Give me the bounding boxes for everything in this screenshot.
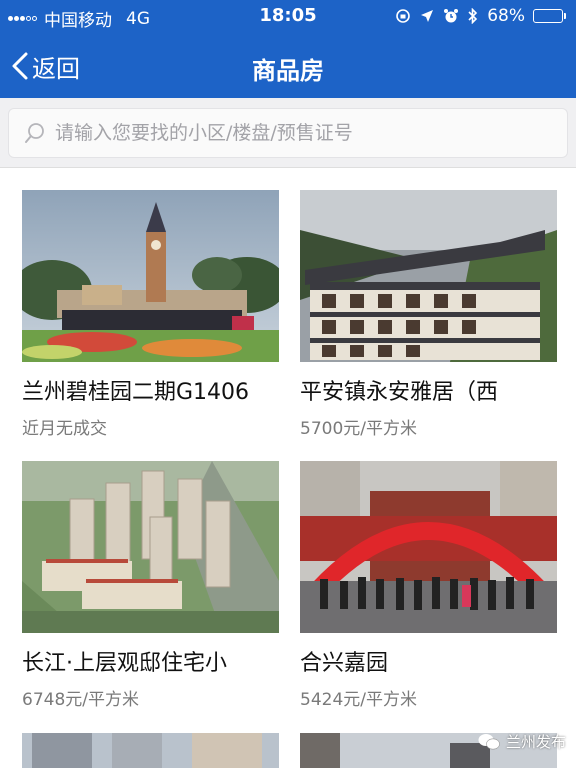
bluetooth-icon: [468, 8, 478, 24]
listing-card[interactable]: 兰州碧桂园二期G1406 近月无成交: [22, 190, 279, 439]
listing-price: 5700元/平方米: [300, 419, 417, 439]
wechat-icon: [478, 733, 500, 749]
status-right: 68%: [386, 6, 566, 26]
listing-photo-hexing-jiayuan: [300, 461, 557, 633]
listing-photo: [22, 733, 279, 768]
search-box[interactable]: [8, 108, 568, 158]
listing-price: 6748元/平方米: [22, 690, 139, 710]
search-bar: [0, 98, 576, 168]
listing-price: 5424元/平方米: [300, 690, 417, 710]
location-icon: [420, 9, 434, 23]
nav-bar: 返回 商品房: [0, 32, 576, 98]
listing-photo-changjiang: [22, 461, 279, 633]
listing-card[interactable]: [22, 733, 279, 768]
listing-card[interactable]: 合兴嘉园 5424元/平方米: [300, 461, 557, 710]
listing-photo-country-garden: [22, 190, 279, 362]
app-header: 中国移动 4G 18:05 68% 返回 商品房: [0, 0, 576, 98]
alarm-icon: [443, 8, 459, 24]
search-input[interactable]: [55, 122, 555, 144]
listing-card[interactable]: 平安镇永安雅居（西 5700元/平方米: [300, 190, 557, 439]
listing-price: 近月无成交: [22, 419, 107, 439]
search-icon: [25, 123, 44, 143]
listing-name: 长江·上层观邸住宅小: [22, 651, 227, 676]
orientation-lock-icon: [395, 8, 411, 24]
listing-card[interactable]: 长江·上层观邸住宅小 6748元/平方米: [22, 461, 279, 710]
listing-grid: 兰州碧桂园二期G1406 近月无成交 平安镇永安雅居（西 5700元/平方米 长…: [0, 168, 576, 768]
listing-photo-yongan-yaju: [300, 190, 557, 362]
watermark-text: 兰州发布: [505, 733, 566, 751]
status-bar: 中国移动 4G 18:05 68%: [0, 0, 576, 32]
listing-name: 兰州碧桂园二期G1406: [22, 380, 250, 405]
page-title: 商品房: [252, 57, 324, 85]
listing-name: 合兴嘉园: [300, 651, 389, 676]
battery-percent: 68%: [487, 6, 525, 26]
battery-icon: [533, 9, 566, 23]
listing-name: 平安镇永安雅居（西: [300, 380, 499, 405]
watermark: 兰州发布: [478, 731, 566, 752]
